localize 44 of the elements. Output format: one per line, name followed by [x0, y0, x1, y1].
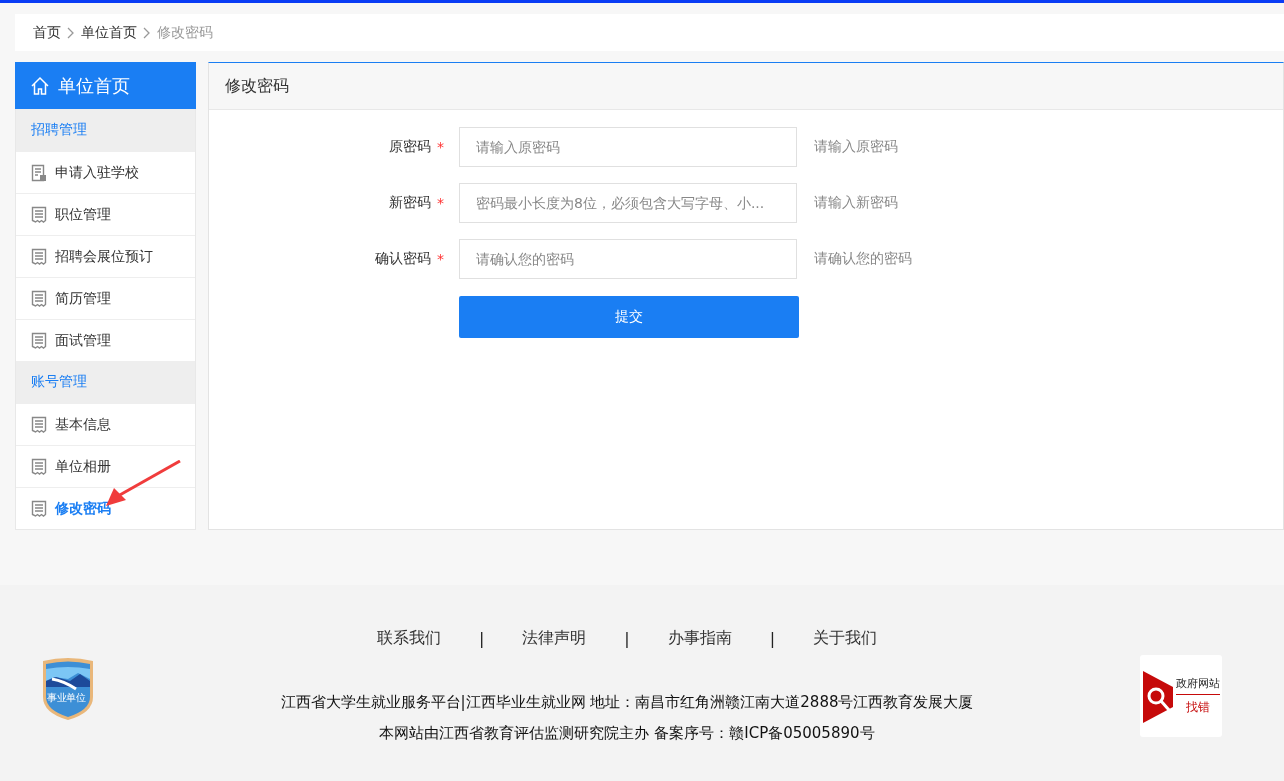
document-icon [31, 206, 47, 223]
document-icon [31, 332, 47, 349]
document-icon [31, 500, 47, 517]
field-hint: 请确认您的密码 [814, 250, 912, 268]
required-mark: * [437, 251, 444, 267]
password-field[interactable]: 密码最小长度为8位，必须包含大写字母、小... [459, 183, 797, 223]
field-hint: 请输入新密码 [814, 194, 898, 212]
footer-text: 江西省大学生就业服务平台|江西毕业生就业网 地址：南昌市红角洲赣江南大道2888号江西教育发展大厦 [280, 692, 974, 713]
required-mark: * [437, 139, 444, 155]
field-label: 确认密码 [375, 250, 431, 268]
password-field[interactable]: 请确认您的密码 [459, 239, 797, 279]
chevron-icon [67, 26, 75, 39]
panel-title: 修改密码 [225, 75, 289, 97]
chevron-icon [143, 26, 151, 39]
badge-subtitle: 找错 [1186, 699, 1210, 716]
footer-text: 本网站由江西省教育评估监测研究院主办 备案序号：赣ICP备05005890号 [379, 723, 875, 744]
separator: | [478, 629, 485, 648]
separator: | [769, 629, 776, 648]
sidebar-group-label: 招聘管理 [16, 109, 195, 151]
footer-link[interactable]: 联系我们 [376, 628, 441, 649]
submit-button[interactable]: 提交 [459, 296, 799, 338]
footer-link[interactable]: 法律声明 [522, 628, 587, 649]
document-icon [31, 458, 47, 475]
document-icon [31, 290, 47, 307]
field-label: 新密码 [389, 194, 431, 212]
home-icon [30, 75, 50, 96]
breadcrumb-link[interactable]: 首页 [33, 23, 61, 42]
breadcrumb-link[interactable]: 单位首页 [81, 23, 137, 42]
password-field[interactable]: 请输入原密码 [459, 127, 797, 167]
required-mark: * [437, 195, 444, 211]
badge-title: 政府网站 [1176, 676, 1220, 695]
sidebar-group-label: 账号管理 [16, 361, 195, 403]
field-label: 原密码 [389, 138, 431, 156]
footer-link[interactable]: 关于我们 [813, 628, 878, 649]
document-icon [31, 416, 47, 433]
sidebar-header[interactable]: 单位首页 [15, 62, 196, 109]
shield-icon [40, 657, 96, 721]
field-hint: 请输入原密码 [814, 138, 898, 156]
report-error-badge[interactable]: 政府网站 找错 [1140, 655, 1222, 737]
document-icon [31, 248, 47, 265]
badge-text: 事业单位 [47, 691, 85, 705]
form-icon [31, 163, 47, 182]
separator: | [624, 629, 630, 648]
footer-link[interactable]: 办事指南 [667, 628, 732, 649]
